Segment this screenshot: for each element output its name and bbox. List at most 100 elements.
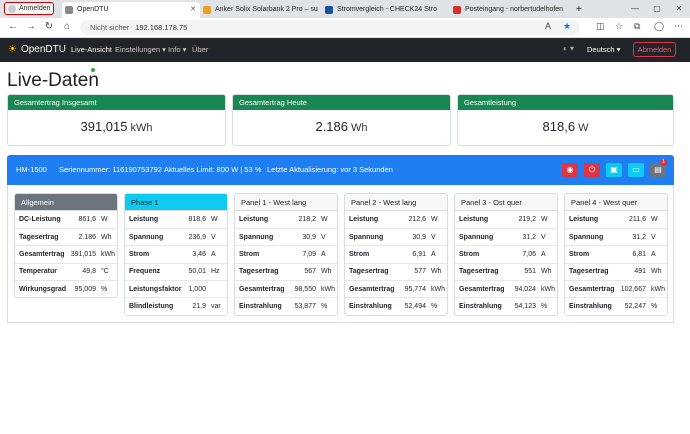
- cpu-icon[interactable]: ▣: [606, 163, 622, 177]
- signin-button[interactable]: Anmelden: [4, 2, 54, 15]
- logout-button[interactable]: Abmelden: [633, 42, 676, 57]
- row-unit: V: [539, 228, 557, 247]
- row-label: Tagesertrag: [455, 263, 512, 282]
- row-label: Frequenz: [125, 263, 187, 282]
- row-value: 30,9: [401, 228, 429, 247]
- back-button[interactable]: ←: [6, 21, 20, 32]
- card-header: Gesamtleistung: [458, 95, 673, 110]
- nav-about[interactable]: Über: [192, 45, 208, 54]
- tab-check24[interactable]: Stromvergleich - CHECK24 Stro: [322, 2, 446, 18]
- profile-icon[interactable]: ◯: [654, 21, 664, 32]
- row-label: Temperatur: [15, 263, 69, 282]
- table-row: Gesamtertrag 102,667 kWh: [565, 280, 667, 299]
- row-value: 211,6: [618, 211, 649, 229]
- table-row: Strom 6,91 A: [345, 245, 447, 264]
- favorite-star-icon[interactable]: ★: [563, 21, 571, 32]
- tab-anker[interactable]: Anker Solix Solarbank 2 Pro – su: [200, 2, 318, 18]
- speedometer-icon[interactable]: ◉: [562, 163, 578, 177]
- sun-icon: ☀: [8, 44, 17, 55]
- row-label: Strom: [125, 245, 187, 264]
- row-value: 491: [618, 263, 649, 282]
- panel-title: Phase 1: [125, 194, 227, 211]
- nav-info[interactable]: Info ▾: [168, 45, 186, 54]
- card-header: Gesamtertrag Heute: [233, 95, 450, 110]
- row-unit: kWh: [649, 280, 667, 299]
- table-row: Spannung 31,2 V: [455, 228, 557, 247]
- row-value: 567: [291, 263, 319, 282]
- row-value: 1,000: [186, 280, 209, 299]
- split-screen-icon[interactable]: ◫: [596, 21, 605, 32]
- row-label: Gesamtertrag: [565, 280, 619, 299]
- table-row: Einstrahlung 54,123%: [455, 297, 557, 315]
- unit: W: [578, 122, 589, 134]
- table-row: DC-Leistung 861,6 W: [15, 211, 117, 229]
- row-label: Spannung: [235, 228, 292, 247]
- favorites-icon[interactable]: ☆: [615, 21, 623, 32]
- event-count-badge: 1: [660, 159, 667, 166]
- panel-card: Panel 3 - Ost quer Leistung 219,2 W Spannung…: [454, 193, 558, 316]
- row-label: Blindleistung: [125, 297, 187, 315]
- panel-title: Panel 3 - Ost quer: [455, 194, 557, 211]
- row-value: 861,6: [69, 211, 99, 229]
- card-header: Gesamtertrag Insgesamt: [8, 95, 225, 110]
- row-unit: Wh: [539, 263, 557, 282]
- maximize-button[interactable]: ▢: [646, 0, 668, 17]
- reload-button[interactable]: ↻: [42, 21, 56, 32]
- monitor-icon[interactable]: ▭: [628, 163, 644, 177]
- nav-settings[interactable]: Einstellungen ▾: [115, 45, 166, 54]
- favicon-icon: [325, 6, 333, 14]
- close-tab-icon[interactable]: ✕: [190, 2, 196, 17]
- table-row: Leistung 211,6 W: [565, 211, 667, 229]
- panel-card: Allgemein DC-Leistung 861,6 W Tagesertrag 2.1…: [14, 193, 118, 298]
- row-unit: Hz: [209, 263, 227, 282]
- row-label: Spannung: [455, 228, 512, 247]
- row-unit: Wh: [319, 263, 337, 282]
- more-menu-icon[interactable]: ⋯: [674, 21, 683, 32]
- tab-title: OpenDTU: [77, 6, 109, 13]
- home-button[interactable]: ⌂: [60, 21, 74, 32]
- value: 818,6: [542, 119, 576, 134]
- nav-live-view[interactable]: Live-Ansicht: [71, 45, 112, 54]
- tab-gmail[interactable]: Posteingang - norbertudelhofen: [450, 2, 570, 18]
- table-row: Leistung 218,2 W: [235, 211, 337, 229]
- row-label: Spannung: [565, 228, 619, 247]
- row-unit: W: [319, 211, 337, 229]
- minimize-button[interactable]: —: [624, 0, 646, 17]
- row-label: Leistung: [345, 211, 402, 229]
- forward-button[interactable]: →: [24, 21, 38, 32]
- row-value: 7,09: [291, 245, 319, 264]
- tab-opendtu[interactable]: OpenDTU ✕: [62, 2, 200, 18]
- row-value: 95,774: [401, 280, 429, 299]
- row-label: Einstrahlung: [565, 297, 619, 315]
- table-row: Leistung 219,2 W: [455, 211, 557, 229]
- panel-title: Panel 2 - West lang: [345, 194, 447, 211]
- read-aloud-icon[interactable]: A: [545, 21, 551, 31]
- theme-toggle[interactable]: ◐ ▾: [563, 44, 574, 53]
- row-label: Spannung: [345, 228, 402, 247]
- row-label: Leistung: [565, 211, 619, 229]
- language-select[interactable]: Deutsch ▾: [583, 43, 624, 57]
- row-value: 102,667: [618, 280, 649, 299]
- table-row: Strom 6,81 A: [565, 245, 667, 264]
- row-value: 212,6: [401, 211, 429, 229]
- table-row: Einstrahlung 52,247%: [565, 297, 667, 315]
- collections-icon[interactable]: ⧉: [634, 21, 640, 32]
- not-secure-label: Nicht sicher: [90, 23, 130, 32]
- row-value: 236,9: [186, 228, 209, 247]
- row-unit: A: [649, 245, 667, 264]
- row-value: 7,06: [511, 245, 539, 264]
- new-tab-button[interactable]: +: [572, 2, 590, 18]
- row-label: Spannung: [125, 228, 187, 247]
- row-value: 31,2: [618, 228, 649, 247]
- row-label: Strom: [455, 245, 512, 264]
- row-label: Tagesertrag: [235, 263, 292, 282]
- url-bar[interactable]: Nicht sicher 192.168.178.75: [80, 20, 580, 35]
- brand[interactable]: ☀ OpenDTU: [8, 43, 66, 57]
- power-icon[interactable]: ⏻: [584, 163, 600, 177]
- favicon-icon: [65, 6, 73, 14]
- close-window-button[interactable]: ✕: [668, 0, 690, 17]
- row-unit: V: [429, 228, 447, 247]
- row-value: 95,009: [69, 280, 99, 297]
- row-label: Strom: [345, 245, 402, 264]
- table-row: Spannung 30,9 V: [345, 228, 447, 247]
